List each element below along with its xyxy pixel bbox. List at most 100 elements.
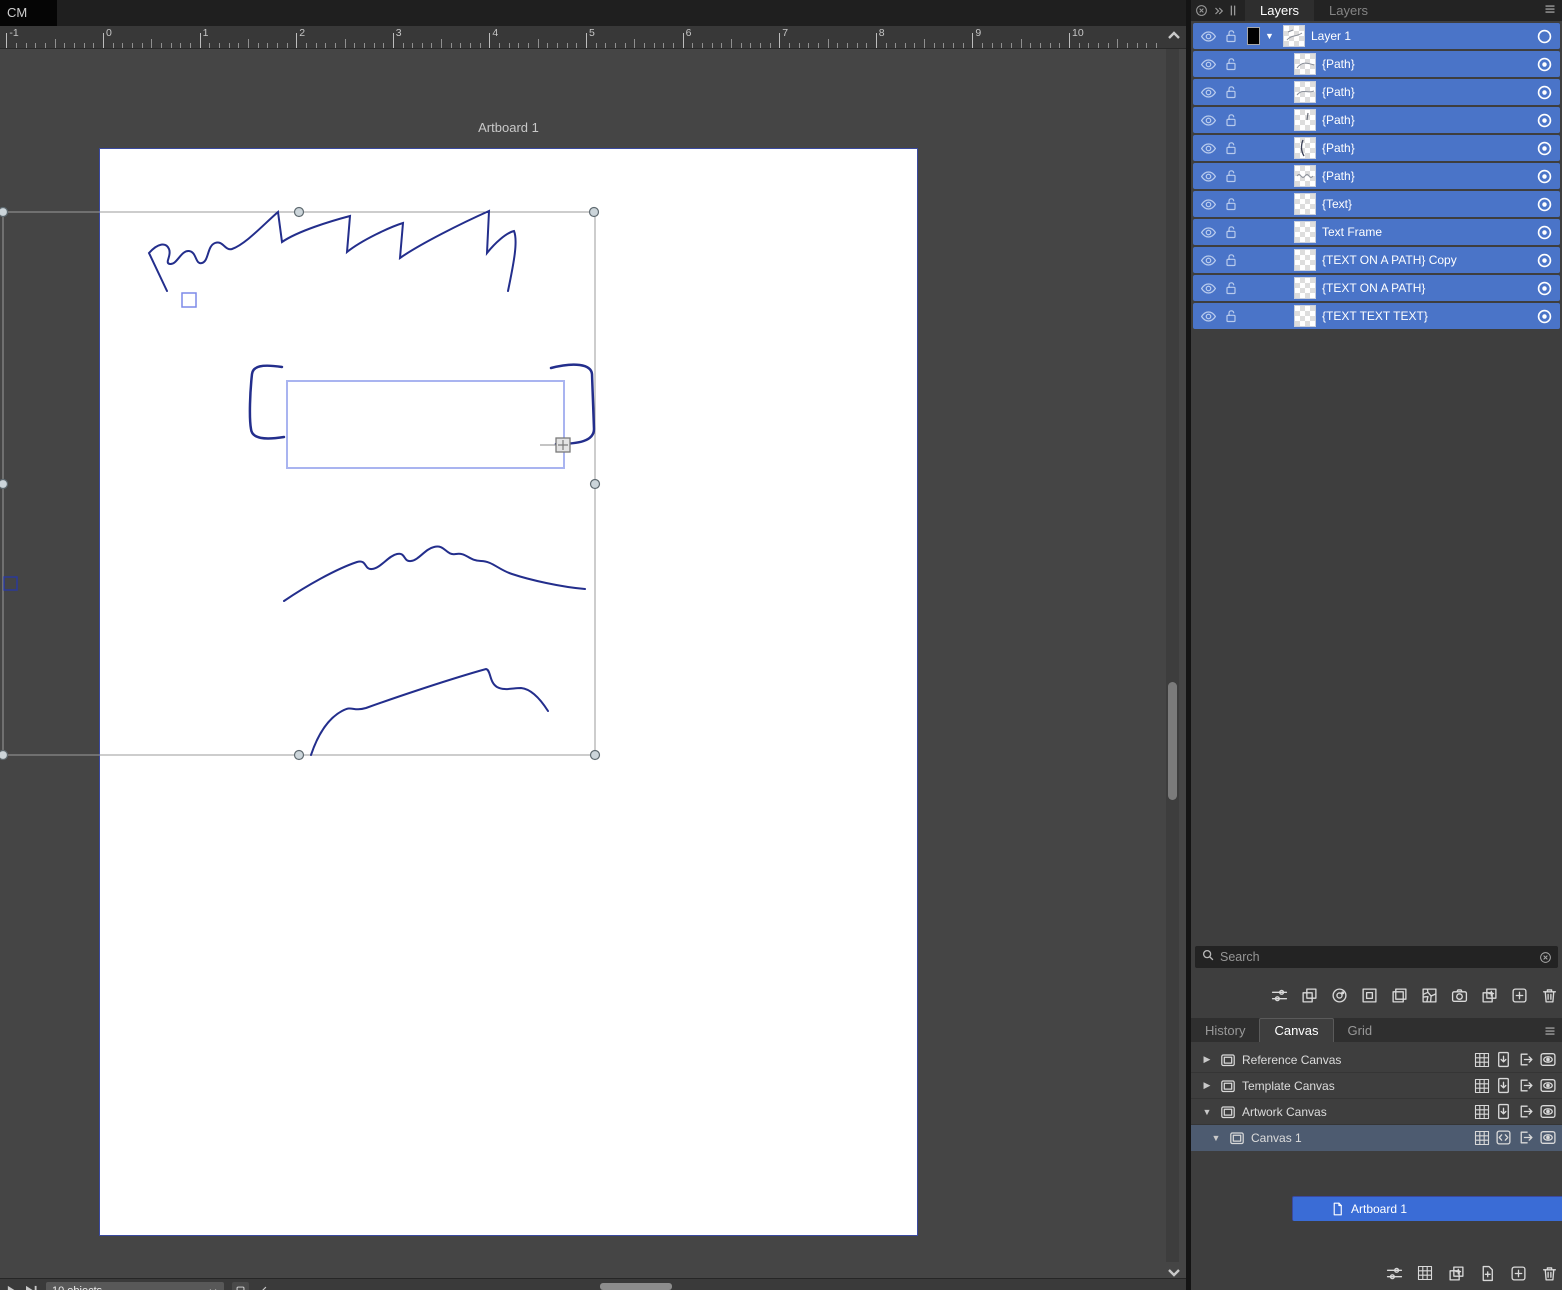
layer-row[interactable]: ▼ Layer 1 xyxy=(1193,23,1560,49)
layer-row[interactable]: {Path} xyxy=(1193,107,1560,133)
vertical-scrollbar-track[interactable] xyxy=(1166,48,1179,1262)
selection-handle[interactable] xyxy=(0,208,8,217)
layer-row[interactable]: {TEXT ON A PATH} xyxy=(1193,275,1560,301)
doc-export-icon[interactable] xyxy=(1517,1051,1534,1068)
target-dot-icon[interactable] xyxy=(1536,84,1553,104)
collapse-panel-icon[interactable] xyxy=(1212,5,1225,17)
doc-export-icon[interactable] xyxy=(1517,1077,1534,1094)
target-dot-icon[interactable] xyxy=(1536,280,1553,300)
target-circle-icon[interactable] xyxy=(1536,28,1553,48)
duplicate-icon[interactable] xyxy=(1298,984,1320,1006)
layer-state-button[interactable] xyxy=(232,1282,249,1290)
tab-layers-inactive[interactable]: Layers xyxy=(1314,0,1383,21)
doc-import-icon[interactable] xyxy=(1495,1077,1512,1094)
target-dot-icon[interactable] xyxy=(1536,168,1553,188)
adjustment-icon[interactable] xyxy=(1328,984,1350,1006)
horizontal-scrollbar-thumb[interactable] xyxy=(600,1283,672,1290)
layer-row[interactable]: {Text} xyxy=(1193,191,1560,217)
settings-sliders-icon[interactable] xyxy=(1383,1262,1405,1284)
visibility-eye-icon[interactable] xyxy=(1200,224,1217,244)
search-clear-icon[interactable] xyxy=(1539,951,1552,964)
lock-icon[interactable] xyxy=(1223,308,1239,327)
layer-color-swatch[interactable] xyxy=(1247,27,1260,45)
layer-row[interactable]: {Path} xyxy=(1193,163,1560,189)
eye-stack-icon[interactable] xyxy=(1539,1129,1557,1146)
group-frame-icon[interactable] xyxy=(1358,984,1380,1006)
selection-handle[interactable] xyxy=(590,208,599,217)
small-square-left[interactable] xyxy=(4,577,17,590)
camera-icon[interactable] xyxy=(1448,984,1470,1006)
grid-icon[interactable] xyxy=(1474,1104,1490,1120)
lock-icon[interactable] xyxy=(1223,280,1239,299)
expand-triangle-icon[interactable]: ▶ xyxy=(1199,1080,1215,1091)
layer-row[interactable]: {Path} xyxy=(1193,135,1560,161)
lock-icon[interactable] xyxy=(1223,140,1239,159)
grid-icon[interactable] xyxy=(1474,1130,1490,1146)
lock-icon[interactable] xyxy=(1223,56,1239,75)
canvas-row[interactable]: ▼Artwork Canvas xyxy=(1191,1099,1562,1125)
copy-plus-icon[interactable] xyxy=(1478,984,1500,1006)
canvas-row[interactable]: ▶Template Canvas xyxy=(1191,1073,1562,1099)
layer-row[interactable]: Text Frame xyxy=(1193,219,1560,245)
scroll-up-button[interactable] xyxy=(1162,24,1186,48)
lock-icon[interactable] xyxy=(1223,28,1239,47)
grid-icon[interactable] xyxy=(1414,1262,1436,1284)
canvas-row[interactable]: ▼Canvas 1 xyxy=(1191,1125,1562,1151)
expand-triangle-icon[interactable]: ▼ xyxy=(1265,23,1274,49)
vertical-scrollbar-thumb[interactable] xyxy=(1168,682,1177,800)
target-dot-icon[interactable] xyxy=(1536,252,1553,272)
lock-icon[interactable] xyxy=(1223,84,1239,103)
grid-icon[interactable] xyxy=(1474,1052,1490,1068)
expand-triangle-icon[interactable]: ▼ xyxy=(1208,1133,1224,1143)
text-frame-link-handle[interactable] xyxy=(540,438,570,452)
selection-handle[interactable] xyxy=(295,208,304,217)
trash-icon[interactable] xyxy=(1538,984,1560,1006)
target-dot-icon[interactable] xyxy=(1536,140,1553,160)
tab-canvas[interactable]: Canvas xyxy=(1259,1018,1333,1042)
doc-plus-icon[interactable] xyxy=(1476,1262,1498,1284)
settings-sliders-icon[interactable] xyxy=(1268,984,1290,1006)
tab-layers-active[interactable]: Layers xyxy=(1245,0,1314,21)
target-dot-icon[interactable] xyxy=(1536,112,1553,132)
ruler-units-button[interactable]: CM xyxy=(0,0,57,26)
text-frame[interactable] xyxy=(287,381,564,468)
lock-icon[interactable] xyxy=(1223,196,1239,215)
visibility-eye-icon[interactable] xyxy=(1200,252,1217,272)
target-dot-icon[interactable] xyxy=(1536,308,1553,328)
visibility-eye-icon[interactable] xyxy=(1200,280,1217,300)
doc-export-icon[interactable] xyxy=(1517,1129,1534,1146)
add-plus-icon[interactable] xyxy=(1508,984,1530,1006)
eye-stack-icon[interactable] xyxy=(1539,1077,1557,1094)
visibility-eye-icon[interactable] xyxy=(1200,308,1217,328)
step-back-icon[interactable] xyxy=(6,1282,17,1290)
canvas-row[interactable]: ▶Reference Canvas xyxy=(1191,1047,1562,1073)
dock-handle-icon[interactable] xyxy=(1229,4,1237,17)
selection-handle[interactable] xyxy=(295,751,304,760)
visibility-eye-icon[interactable] xyxy=(1200,140,1217,160)
visibility-eye-icon[interactable] xyxy=(1200,28,1217,48)
selection-handle[interactable] xyxy=(0,751,8,760)
pen-icon[interactable] xyxy=(257,1282,268,1290)
target-dot-icon[interactable] xyxy=(1536,224,1553,244)
canvas-panel-menu-icon[interactable] xyxy=(1543,1019,1557,1042)
lock-icon[interactable] xyxy=(1223,168,1239,187)
layer-row[interactable]: {Path} xyxy=(1193,79,1560,105)
tab-history[interactable]: History xyxy=(1191,1019,1259,1042)
target-dot-icon[interactable] xyxy=(1536,196,1553,216)
copy-plus-icon[interactable] xyxy=(1445,1262,1467,1284)
doc-export-icon[interactable] xyxy=(1517,1103,1534,1120)
doc-import-icon[interactable] xyxy=(1495,1103,1512,1120)
step-forward-icon[interactable] xyxy=(25,1282,38,1290)
close-panel-icon[interactable] xyxy=(1195,4,1208,17)
target-dot-icon[interactable] xyxy=(1536,56,1553,76)
expand-triangle-icon[interactable]: ▶ xyxy=(1199,1054,1215,1065)
selection-handle[interactable] xyxy=(591,751,600,760)
selection-handle[interactable] xyxy=(591,480,600,489)
pattern-icon[interactable] xyxy=(1418,984,1440,1006)
selection-handle[interactable] xyxy=(0,480,8,489)
lock-icon[interactable] xyxy=(1223,112,1239,131)
trash-icon[interactable] xyxy=(1538,1262,1560,1284)
expand-triangle-icon[interactable]: ▼ xyxy=(1199,1107,1215,1117)
artboard-row[interactable]: Artboard 1 0.0° xyxy=(1292,1196,1562,1221)
eye-stack-icon[interactable] xyxy=(1539,1103,1557,1120)
